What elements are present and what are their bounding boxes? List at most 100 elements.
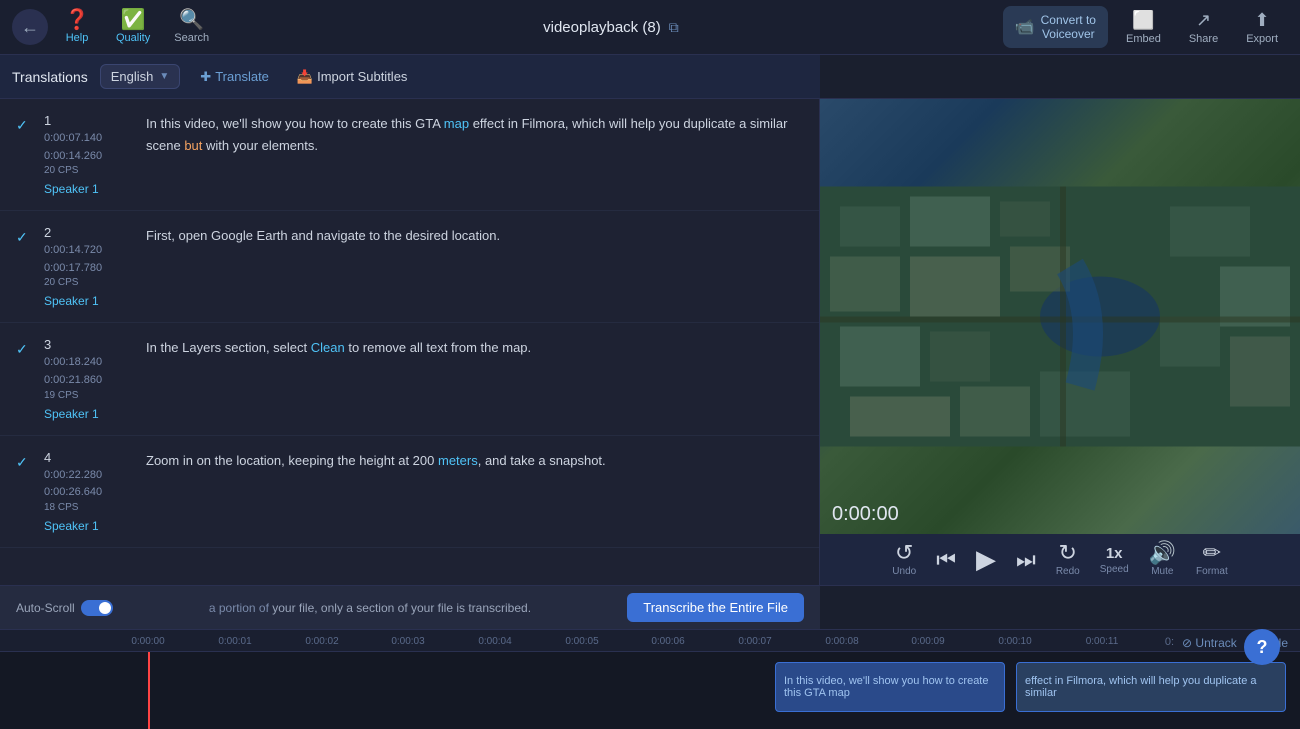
subtitle-header: Translations English ▼ ✚ Translate 📥 Imp… xyxy=(0,55,820,99)
toolbar-left: ← ❓ Help ✅ Quality 🔍 Search xyxy=(12,4,219,50)
speed-value[interactable]: 1x xyxy=(1106,545,1123,562)
subtitle-panel[interactable]: ✓ 1 0:00:07.140 0:00:14.260 20 CPS Speak… xyxy=(0,99,820,585)
main-content: ✓ 1 0:00:07.140 0:00:14.260 20 CPS Speak… xyxy=(0,99,1300,585)
auto-scroll-toggle: Auto-Scroll xyxy=(16,600,113,616)
timeline-playhead[interactable] xyxy=(148,652,150,729)
subtitle-meta-2: 2 0:00:14.720 0:00:17.780 20 CPS Speaker… xyxy=(44,225,134,308)
subtitle-speaker-2[interactable]: Speaker 1 xyxy=(44,294,134,308)
check-icon-2: ✓ xyxy=(16,229,32,246)
subtitle-time-end-4: 0:00:26.640 xyxy=(44,484,134,502)
fast-forward-control[interactable]: ⏭ xyxy=(1016,549,1036,571)
subtitle-text-2[interactable]: First, open Google Earth and navigate to… xyxy=(146,225,803,247)
timeline[interactable]: 0:00:00 0:00:01 0:00:02 0:00:03 0:00:04 … xyxy=(0,629,1300,729)
notification-text: a portion of your file, only a section o… xyxy=(209,601,531,615)
help-button[interactable]: ❓ Help xyxy=(52,4,102,50)
help-circle-button[interactable]: ? xyxy=(1244,629,1280,665)
toolbar-center: videoplayback (8) ⧉ xyxy=(543,19,679,36)
rewind-control[interactable]: ⏮ xyxy=(936,549,956,571)
export-icon: ⬆ xyxy=(1255,10,1270,31)
ruler-mark-7: 0:00:07 xyxy=(738,636,771,647)
ruler-mark-5: 0:00:05 xyxy=(565,636,598,647)
highlight-meters: meters xyxy=(438,453,478,468)
language-select[interactable]: English ▼ xyxy=(100,64,181,89)
subtitle-speaker-3[interactable]: Speaker 1 xyxy=(44,407,134,421)
ruler-mark-6: 0:00:06 xyxy=(651,636,684,647)
back-button[interactable]: ← xyxy=(12,9,48,45)
subtitle-text-1[interactable]: In this video, we'll show you how to cre… xyxy=(146,113,803,157)
undo-control[interactable]: ↺ Undo xyxy=(892,542,916,577)
translate-button[interactable]: ✚ Translate xyxy=(192,65,277,89)
search-label: Search xyxy=(174,32,209,44)
share-button[interactable]: ↗ Share xyxy=(1179,5,1228,50)
subtitle-speaker-4[interactable]: Speaker 1 xyxy=(44,519,134,533)
translate-label: Translate xyxy=(215,69,269,84)
share-icon: ↗ xyxy=(1196,10,1211,31)
import-label: Import Subtitles xyxy=(317,69,407,84)
auto-scroll-toggle-switch[interactable] xyxy=(81,600,113,616)
check-icon-4: ✓ xyxy=(16,454,32,471)
search-button[interactable]: 🔍 Search xyxy=(164,4,219,50)
subtitle-cps-3: 19 CPS xyxy=(44,390,134,401)
subtitle-time-start-3: 0:00:18.240 xyxy=(44,354,134,372)
speed-control[interactable]: 1x Speed xyxy=(1100,545,1129,575)
rewind-icon[interactable]: ⏮ xyxy=(936,549,956,571)
embed-button[interactable]: ⬜ Embed xyxy=(1116,5,1171,50)
redo-icon[interactable]: ↻ xyxy=(1059,542,1077,564)
timeline-clip-2[interactable]: effect in Filmora, which will help you d… xyxy=(1016,662,1286,712)
subtitle-time-start-1: 0:00:07.140 xyxy=(44,130,134,148)
ruler-mark-10: 0:00:10 xyxy=(998,636,1031,647)
subtitle-num-2: 2 xyxy=(44,225,134,240)
quality-button[interactable]: ✅ Quality xyxy=(106,4,160,50)
quality-label: Quality xyxy=(116,32,150,44)
format-icon[interactable]: ✏ xyxy=(1203,542,1221,564)
highlight-clean: Clean xyxy=(311,340,345,355)
subtitle-cps-2: 20 CPS xyxy=(44,277,134,288)
mute-label: Mute xyxy=(1151,566,1173,577)
video-preview: 0:00:00 xyxy=(820,99,1300,534)
mute-icon[interactable]: 🔊 xyxy=(1149,542,1176,564)
subtitle-time-end-1: 0:00:14.260 xyxy=(44,148,134,166)
timeline-clip-1[interactable]: In this video, we'll show you how to cre… xyxy=(775,662,1005,712)
highlight-map: map xyxy=(444,116,469,131)
subtitle-cps-4: 18 CPS xyxy=(44,502,134,513)
subtitle-time-start-4: 0:00:22.280 xyxy=(44,467,134,485)
notification-partial: a portion of xyxy=(209,601,272,615)
redo-label: Redo xyxy=(1056,566,1080,577)
untrack-button[interactable]: ⊘ Untrack xyxy=(1182,636,1237,650)
subtitle-meta-4: 4 0:00:22.280 0:00:26.640 18 CPS Speaker… xyxy=(44,450,134,533)
ruler-mark-2: 0:00:02 xyxy=(305,636,338,647)
timeline-track[interactable]: In this video, we'll show you how to cre… xyxy=(0,652,1300,729)
subtitle-num-1: 1 xyxy=(44,113,134,128)
ruler-mark-0: 0:00:00 xyxy=(131,636,164,647)
redo-control[interactable]: ↻ Redo xyxy=(1056,542,1080,577)
play-icon[interactable]: ▶ xyxy=(976,544,996,575)
chevron-down-icon: ▼ xyxy=(159,71,169,82)
video-panel: 0:00:00 ↺ Undo ⏮ ▶ ⏭ ↻ Redo 1x Spee xyxy=(820,99,1300,585)
transcribe-entire-button[interactable]: Transcribe the Entire File xyxy=(627,593,804,622)
subtitle-text-3[interactable]: In the Layers section, select Clean to r… xyxy=(146,337,803,359)
ruler-mark-1: 0:00:01 xyxy=(218,636,251,647)
subtitle-num-3: 3 xyxy=(44,337,134,352)
speed-label: Speed xyxy=(1100,564,1129,575)
toolbar: ← ❓ Help ✅ Quality 🔍 Search videoplaybac… xyxy=(0,0,1300,55)
format-control[interactable]: ✏ Format xyxy=(1196,542,1228,577)
import-subtitles-button[interactable]: 📥 Import Subtitles xyxy=(289,65,416,89)
external-link-icon[interactable]: ⧉ xyxy=(669,19,679,36)
aerial-map-svg xyxy=(820,99,1300,534)
bottom-bar: Auto-Scroll a portion of your file, only… xyxy=(0,585,1300,629)
toolbar-right: 📹 Convert toVoiceover ⬜ Embed ↗ Share ⬆ … xyxy=(1003,5,1288,50)
export-button[interactable]: ⬆ Export xyxy=(1236,5,1288,50)
table-row: ✓ 3 0:00:18.240 0:00:21.860 19 CPS Speak… xyxy=(0,323,819,435)
fast-forward-icon[interactable]: ⏭ xyxy=(1016,549,1036,571)
voiceover-icon: 📹 xyxy=(1015,17,1035,37)
undo-icon[interactable]: ↺ xyxy=(895,542,913,564)
play-control[interactable]: ▶ xyxy=(976,544,996,575)
convert-voiceover-button[interactable]: 📹 Convert toVoiceover xyxy=(1003,6,1108,48)
ruler-mark-4: 0:00:04 xyxy=(478,636,511,647)
language-value: English xyxy=(111,69,154,84)
check-icon-1: ✓ xyxy=(16,117,32,134)
mute-control[interactable]: 🔊 Mute xyxy=(1149,542,1176,577)
page-title: videoplayback (8) xyxy=(543,19,661,36)
subtitle-text-4[interactable]: Zoom in on the location, keeping the hei… xyxy=(146,450,803,472)
subtitle-speaker-1[interactable]: Speaker 1 xyxy=(44,182,134,196)
